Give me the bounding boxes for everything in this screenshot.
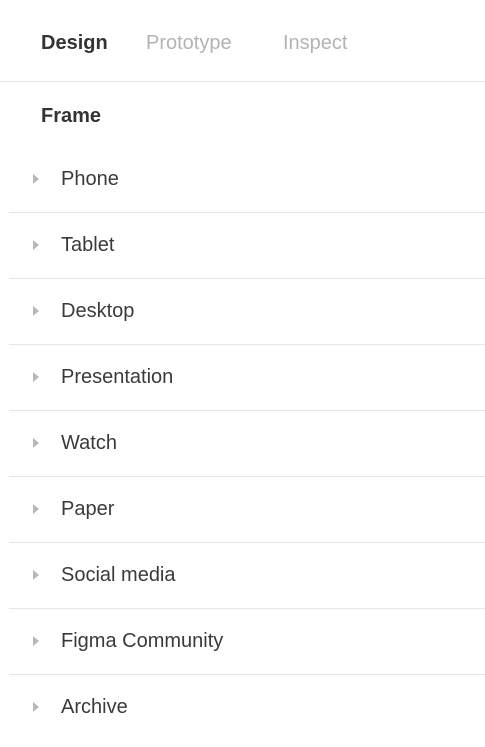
frame-category-paper[interactable]: Paper xyxy=(0,477,485,543)
frame-category-phone[interactable]: Phone xyxy=(0,147,485,213)
design-panel: Design Prototype Inspect Frame Phone Tab… xyxy=(0,0,485,747)
tab-prototype[interactable]: Prototype xyxy=(146,29,232,57)
frame-category-label: Paper xyxy=(61,498,115,520)
caret-right-icon[interactable] xyxy=(33,570,39,580)
frame-category-label: Archive xyxy=(61,696,128,718)
frame-category-label: Desktop xyxy=(61,300,135,322)
frame-category-label: Presentation xyxy=(61,366,174,388)
frame-category-archive[interactable]: Archive xyxy=(0,675,485,741)
frame-preset-list: Phone Tablet Desktop Presentation Watch … xyxy=(0,147,485,741)
caret-right-icon[interactable] xyxy=(33,636,39,646)
frame-category-label: Watch xyxy=(61,432,117,454)
frame-category-desktop[interactable]: Desktop xyxy=(0,279,485,345)
frame-category-social-media[interactable]: Social media xyxy=(0,543,485,609)
caret-right-icon[interactable] xyxy=(33,702,39,712)
frame-category-label: Figma Community xyxy=(61,630,224,652)
tab-design[interactable]: Design xyxy=(41,29,108,57)
frame-category-figma-community[interactable]: Figma Community xyxy=(0,609,485,675)
frame-category-watch[interactable]: Watch xyxy=(0,411,485,477)
frame-category-label: Tablet xyxy=(61,234,115,256)
frame-category-label: Phone xyxy=(61,168,119,190)
frame-category-tablet[interactable]: Tablet xyxy=(0,213,485,279)
caret-right-icon[interactable] xyxy=(33,240,39,250)
caret-right-icon[interactable] xyxy=(33,306,39,316)
panel-tabs: Design Prototype Inspect xyxy=(0,0,485,82)
caret-right-icon[interactable] xyxy=(33,174,39,184)
caret-right-icon[interactable] xyxy=(33,504,39,514)
frame-category-label: Social media xyxy=(61,564,176,586)
caret-right-icon[interactable] xyxy=(33,438,39,448)
caret-right-icon[interactable] xyxy=(33,372,39,382)
frame-category-presentation[interactable]: Presentation xyxy=(0,345,485,411)
tab-inspect[interactable]: Inspect xyxy=(283,29,347,57)
frame-section-title: Frame xyxy=(41,105,102,127)
